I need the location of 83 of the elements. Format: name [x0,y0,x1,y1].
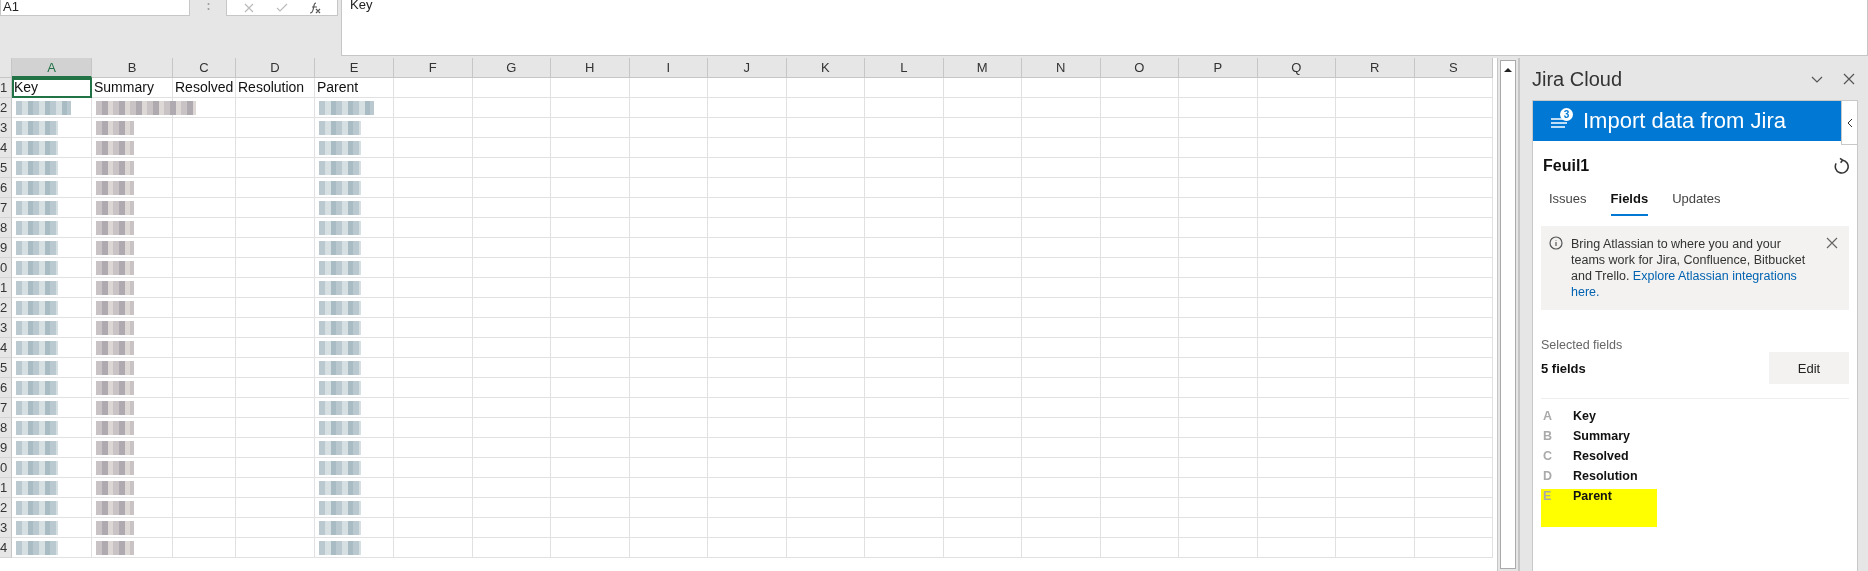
tab[interactable]: Fields [1610,187,1649,216]
integrations-link[interactable]: here. [1571,285,1600,299]
row-header[interactable]: 8 [0,218,12,238]
column-header[interactable]: K [786,58,865,78]
column-header[interactable]: S [1414,58,1493,78]
column-header[interactable]: I [629,58,708,78]
edit-button[interactable]: Edit [1769,352,1849,384]
row-header[interactable]: 0 [0,258,12,278]
row-header[interactable]: 6 [0,378,12,398]
close-icon [1842,72,1856,86]
row-header[interactable]: 4 [0,138,12,158]
row-header[interactable]: 3 [0,518,12,538]
table-cell: Key [12,78,92,98]
column-header[interactable]: D [236,58,315,78]
row-header[interactable]: 7 [0,198,12,218]
table-cell: Parent [315,78,394,98]
column-header[interactable]: A [12,58,92,78]
row-header[interactable]: 3 [0,318,12,338]
row-header[interactable]: 2 [0,98,12,118]
row-header[interactable]: 3 [0,118,12,138]
row-header[interactable]: 8 [0,418,12,438]
column-header[interactable]: C [173,58,236,78]
row-header[interactable]: 5 [0,358,12,378]
field-name: Summary [1573,429,1630,443]
column-header[interactable]: H [551,58,630,78]
sheet-name: Feuil1 [1543,157,1590,175]
row-header[interactable]: 6 [0,178,12,198]
row-header[interactable]: 2 [0,298,12,318]
row-header[interactable]: 1 [0,78,12,98]
formula-bar[interactable]: Key [341,0,1868,56]
field-name: Parent [1573,489,1612,503]
scrollbar[interactable] [1500,60,1516,569]
tab[interactable]: Issues [1549,187,1587,216]
row-header[interactable]: 9 [0,438,12,458]
function-icon [307,0,322,15]
field-count: 5 fields [1541,360,1586,376]
field-name: Key [1573,409,1596,423]
grip-icon [206,2,210,12]
row-header[interactable]: 1 [0,278,12,298]
row-header[interactable]: 9 [0,238,12,258]
column-header[interactable]: L [865,58,944,78]
panel-title: Jira Cloud [1532,67,1623,91]
column-header[interactable]: O [1100,58,1179,78]
column-header[interactable]: Q [1257,58,1336,78]
table-cell: Resolution [236,78,315,98]
field-name: Resolution [1573,469,1638,483]
chevron-left-icon [1846,117,1853,128]
row-header[interactable]: 0 [0,458,12,478]
table-cell: Summary [92,78,173,98]
column-letter: A [1543,409,1554,423]
row-header[interactable]: 4 [0,338,12,358]
section-label: Selected fields [1541,338,1624,352]
banner-title: Import data from Jira [1583,108,1786,134]
column-header[interactable]: P [1179,58,1258,78]
column-header[interactable]: G [472,58,551,78]
column-header[interactable]: E [315,58,394,78]
column-letter: E [1543,489,1553,503]
collapse-button[interactable] [1841,101,1858,145]
column-header[interactable]: N [1022,58,1101,78]
notice-text: Bring Atlassian to where you and your teams work for Jira, Confluence, Bitbucket and Trello. Explore Atlassian integrations here. [1571,236,1807,300]
column-header[interactable]: B [92,58,173,78]
column-header[interactable]: F [394,58,473,78]
field-name: Resolved [1573,449,1629,463]
column-letter: B [1543,429,1554,443]
info-icon [1549,236,1563,250]
name-box[interactable]: A1 [0,0,190,16]
close-icon [1825,236,1839,250]
column-header[interactable]: M [943,58,1022,78]
refresh-icon [1831,157,1849,175]
count-badge: 3 [1560,108,1573,121]
row-header[interactable]: 2 [0,498,12,518]
column-letter: D [1543,469,1554,483]
column-header[interactable]: R [1336,58,1415,78]
integrations-link[interactable]: Explore Atlassian integrations [1632,269,1797,283]
row-header[interactable]: 5 [0,158,12,178]
row-header[interactable]: 4 [0,538,12,558]
row-header[interactable]: 7 [0,398,12,418]
column-letter: C [1543,449,1554,463]
tab[interactable]: Updates [1672,187,1721,216]
row-header[interactable]: 1 [0,478,12,498]
table-cell: Resolved [173,78,236,98]
select-all-corner[interactable] [0,58,12,78]
column-header[interactable]: J [708,58,787,78]
